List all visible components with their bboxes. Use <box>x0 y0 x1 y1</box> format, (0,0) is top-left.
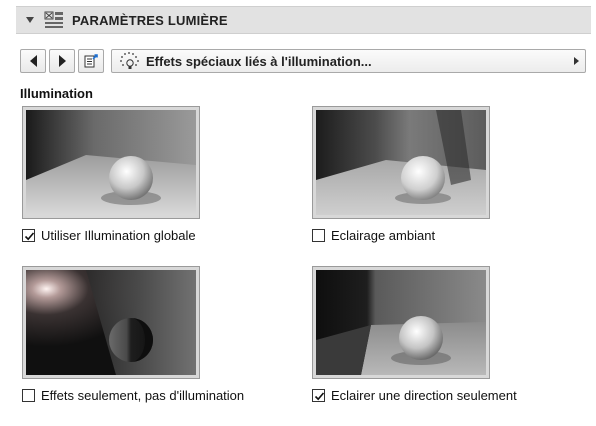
arrow-left-icon <box>29 55 37 67</box>
document-settings-icon <box>84 54 98 68</box>
section-label-illumination: Illumination <box>20 86 93 101</box>
option-directional-only: Eclairer une direction seulement <box>312 266 592 403</box>
next-button[interactable] <box>49 49 75 73</box>
checkbox-row[interactable]: Utiliser Illumination globale <box>22 228 302 243</box>
dropdown-selected-value: Effets spéciaux liés à l'illumination... <box>146 53 372 69</box>
light-settings-icon <box>44 11 63 28</box>
checkbox-directional-only[interactable] <box>312 389 325 402</box>
option-effects-only: Effets seulement, pas d'illumination <box>22 266 302 403</box>
checkmark-icon <box>24 232 35 241</box>
arrow-right-icon <box>58 55 66 67</box>
render-preview-1 <box>26 110 196 215</box>
light-settings-panel: PARAMÈTRES LUMIÈRE Effets spéciaux liés … <box>0 0 596 426</box>
checkbox-row[interactable]: Effets seulement, pas d'illumination <box>22 388 302 403</box>
checkbox-effects-only[interactable] <box>22 389 35 402</box>
settings-button[interactable] <box>78 49 104 73</box>
chevron-right-icon <box>574 57 579 65</box>
checkbox-ambient-lighting[interactable] <box>312 229 325 242</box>
render-preview-3 <box>26 270 196 375</box>
light-effects-icon <box>120 52 139 69</box>
option-global-illumination: Utiliser Illumination globale <box>22 106 302 243</box>
checkbox-label: Eclairage ambiant <box>331 228 436 243</box>
preview-image-effects-only[interactable] <box>22 266 200 379</box>
previous-button[interactable] <box>20 49 46 73</box>
preview-image-ambient-lighting[interactable] <box>312 106 490 219</box>
preview-image-global-illumination[interactable] <box>22 106 200 219</box>
render-preview-4 <box>316 270 486 375</box>
checkbox-label: Utiliser Illumination globale <box>41 228 196 243</box>
checkbox-label: Effets seulement, pas d'illumination <box>41 388 245 403</box>
effects-dropdown[interactable]: Effets spéciaux liés à l'illumination... <box>111 49 586 73</box>
checkbox-global-illumination[interactable] <box>22 229 35 242</box>
collapse-triangle-icon[interactable] <box>26 17 34 23</box>
panel-title: PARAMÈTRES LUMIÈRE <box>72 12 228 28</box>
render-preview-2 <box>316 110 486 215</box>
option-ambient-lighting: Eclairage ambiant <box>312 106 592 243</box>
toolbar: Effets spéciaux liés à l'illumination... <box>20 48 586 74</box>
checkbox-row[interactable]: Eclairer une direction seulement <box>312 388 592 403</box>
checkbox-row[interactable]: Eclairage ambiant <box>312 228 592 243</box>
panel-header[interactable]: PARAMÈTRES LUMIÈRE <box>16 6 591 34</box>
preview-image-directional-only[interactable] <box>312 266 490 379</box>
checkbox-label: Eclairer une direction seulement <box>331 388 517 403</box>
checkmark-icon <box>314 392 325 401</box>
